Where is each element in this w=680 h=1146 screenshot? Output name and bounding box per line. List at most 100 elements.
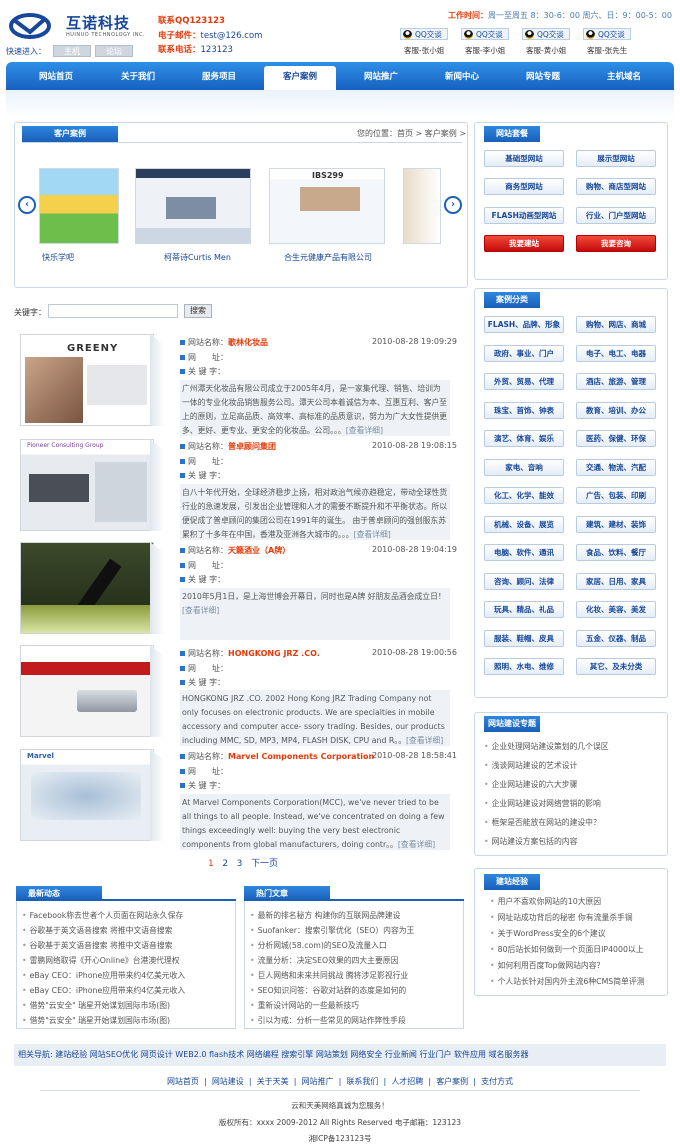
topic-link[interactable]: • 浅谈网站建设的艺术设计	[484, 760, 577, 771]
category-button[interactable]: 建筑、建材、装饰	[576, 516, 656, 533]
category-button[interactable]: 玩具、精品、礼品	[484, 601, 564, 618]
latest-link[interactable]: • eBay CEO：iPhone应用带来约4亿美元收入	[22, 985, 185, 996]
category-button[interactable]: 医药、保健、环保	[576, 430, 656, 447]
latest-link[interactable]: • 借势"云安全" 瑞星开始谋划国际市场(图)	[22, 1000, 170, 1011]
latest-link[interactable]: • eBay CEO：iPhone应用带来约4亿美元收入	[22, 970, 185, 981]
quick-link-host[interactable]: 主机	[53, 45, 91, 57]
category-button[interactable]: 照明、水电、维修	[484, 658, 564, 675]
view-detail-link[interactable]: [查看详细]	[354, 530, 391, 539]
qq-chat-button[interactable]: QQ交谈	[400, 28, 448, 40]
footer-link[interactable]: 网站推广	[302, 1077, 334, 1086]
case-caption[interactable]: 合生元健康产品有限公司	[284, 252, 372, 263]
topic-link[interactable]: • 企业网站建设的六大步骤	[484, 779, 577, 790]
category-button[interactable]: 教育、培训、办公	[576, 402, 656, 419]
experience-link[interactable]: • 关于WordPress安全的6个建议	[490, 928, 606, 939]
case-caption[interactable]: 快乐学吧	[42, 252, 74, 263]
page-link[interactable]: 2	[222, 859, 228, 869]
consult-button[interactable]: 我要咨询	[576, 235, 656, 252]
view-detail-link[interactable]: [查看详细]	[182, 606, 219, 615]
case-image[interactable]	[20, 542, 154, 634]
hot-link[interactable]: • 流量分析：决定SEO效果的四大主要原因	[250, 955, 398, 966]
case-thumbnail[interactable]	[135, 168, 251, 244]
quick-link-forum[interactable]: 论坛	[95, 45, 133, 57]
scroll-left-button[interactable]: ‹	[18, 196, 36, 214]
category-button[interactable]: 五金、仪器、制品	[576, 630, 656, 647]
footer-link[interactable]: 网站首页	[167, 1077, 199, 1086]
package-flash[interactable]: FLASH动画型网站	[484, 207, 564, 224]
category-button[interactable]: 政府、事业、门户	[484, 345, 564, 362]
case-name-link[interactable]: Marvel Components Corporation	[228, 752, 374, 761]
search-button[interactable]: 搜索	[184, 304, 212, 318]
category-button[interactable]: 服装、鞋帽、皮具	[484, 630, 564, 647]
nav-services[interactable]: 服务项目	[183, 66, 255, 90]
nav-news[interactable]: 新闻中心	[426, 66, 498, 90]
category-button[interactable]: 其它、及未分类	[576, 658, 656, 675]
category-button[interactable]: FLASH、品牌、形象	[484, 316, 564, 333]
case-thumbnail[interactable]: IBS299	[269, 168, 385, 244]
latest-link[interactable]: • 雷鹏网络取得《开心Online》台港澳代理权	[22, 955, 180, 966]
page-link[interactable]: 1	[208, 859, 214, 869]
category-button[interactable]: 珠宝、首饰、钟表	[484, 402, 564, 419]
page-link[interactable]: 3	[237, 859, 243, 869]
nav-topics[interactable]: 网站专题	[507, 66, 579, 90]
hot-link[interactable]: • 巨人网络和未来共同挑战 腾将涉足影视行业	[250, 970, 408, 981]
category-button[interactable]: 化妆、美容、美发	[576, 601, 656, 618]
case-name-link[interactable]: HONGKONG JRZ .CO.	[228, 649, 320, 658]
footer-link[interactable]: 人才招聘	[391, 1077, 423, 1086]
package-business[interactable]: 商务型网站	[484, 178, 564, 195]
footer-link[interactable]: 支付方式	[481, 1077, 513, 1086]
experience-link[interactable]: • 个人站长针对国内外主流6种CMS简单评测	[490, 976, 644, 987]
next-page-link[interactable]: 下一页	[251, 859, 278, 869]
case-thumbnail[interactable]	[403, 168, 441, 244]
build-site-button[interactable]: 我要建站	[484, 235, 564, 252]
qq-chat-button[interactable]: QQ交谈	[461, 28, 509, 40]
nav-promotion[interactable]: 网站推广	[345, 66, 417, 90]
hot-link[interactable]: • 引以为戒：分析一些常见的网站作弊性手段	[250, 1015, 406, 1026]
topic-link[interactable]: • 网站建设方案包括的内容	[484, 836, 577, 847]
latest-link[interactable]: • Facebook称去世者个人页面在网站永久保存	[22, 910, 183, 921]
case-thumbnail[interactable]	[39, 168, 119, 244]
footer-link[interactable]: 网站建设	[212, 1077, 244, 1086]
scroll-right-button[interactable]: ›	[444, 196, 462, 214]
category-button[interactable]: 广告、包装、印刷	[576, 487, 656, 504]
view-detail-link[interactable]: [查看详细]	[406, 736, 443, 745]
hot-link[interactable]: • 重新设计网站的一些最新技巧	[250, 1000, 359, 1011]
case-image[interactable]	[20, 645, 154, 737]
keyword-input[interactable]	[48, 304, 178, 318]
topic-link[interactable]: • 企业网站建设对网络营销的影响	[484, 798, 601, 809]
latest-link[interactable]: • 谷歌基于英文语音搜索 将推中文语音搜索	[22, 925, 172, 936]
hot-link[interactable]: • 最新的排名秘方 构建你的互联网品牌建设	[250, 910, 400, 921]
case-image[interactable]: Marvel	[20, 749, 154, 841]
nav-cases[interactable]: 客户案例	[264, 66, 336, 90]
experience-link[interactable]: • 80后站长如何做到一个页面日IP4000以上	[490, 944, 644, 955]
category-button[interactable]: 酒店、旅游、管理	[576, 373, 656, 390]
category-button[interactable]: 外贸、贸易、代理	[484, 373, 564, 390]
footer-link[interactable]: 客户案例	[436, 1077, 468, 1086]
package-display[interactable]: 展示型网站	[576, 150, 656, 167]
category-button[interactable]: 电子、电工、电器	[576, 345, 656, 362]
nav-about[interactable]: 关于我们	[102, 66, 174, 90]
category-button[interactable]: 食品、饮料、餐厅	[576, 544, 656, 561]
latest-link[interactable]: • 谷歌基于英文语音搜索 将推中文语音搜索	[22, 940, 172, 951]
category-button[interactable]: 交通、物流、汽配	[576, 459, 656, 476]
hot-link[interactable]: • SEO知识问答：谷歌对站群的态度是如何的	[250, 985, 406, 996]
category-button[interactable]: 购物、网店、商城	[576, 316, 656, 333]
nav-hosting[interactable]: 主机域名	[588, 66, 660, 90]
experience-link[interactable]: • 网址站成功背后的秘密 你有流量杀手锏	[490, 912, 633, 923]
case-name-link[interactable]: 普卓顾问集团	[228, 442, 276, 451]
package-portal[interactable]: 行业、门户型网站	[576, 207, 656, 224]
nav-home[interactable]: 网站首页	[20, 66, 92, 90]
case-name-link[interactable]: 天籁酒业（A牌）	[228, 546, 290, 555]
category-button[interactable]: 化工、化学、能效	[484, 487, 564, 504]
category-button[interactable]: 机械、设备、展览	[484, 516, 564, 533]
view-detail-link[interactable]: [查看详细]	[346, 426, 383, 435]
experience-link[interactable]: • 用户不喜欢你网站的10大原因	[490, 896, 601, 907]
case-name-link[interactable]: 歌林化妆品	[228, 338, 268, 347]
qq-chat-button[interactable]: QQ交谈	[522, 28, 570, 40]
view-detail-link[interactable]: [查看详细]	[398, 840, 435, 849]
category-button[interactable]: 电脑、软件、通讯	[484, 544, 564, 561]
package-shop[interactable]: 购物、商店型网站	[576, 178, 656, 195]
category-button[interactable]: 演艺、体育、娱乐	[484, 430, 564, 447]
latest-link[interactable]: • 借势"云安全" 瑞星开始谋划国际市场(图)	[22, 1015, 170, 1026]
case-image[interactable]: GREENY	[20, 334, 154, 426]
